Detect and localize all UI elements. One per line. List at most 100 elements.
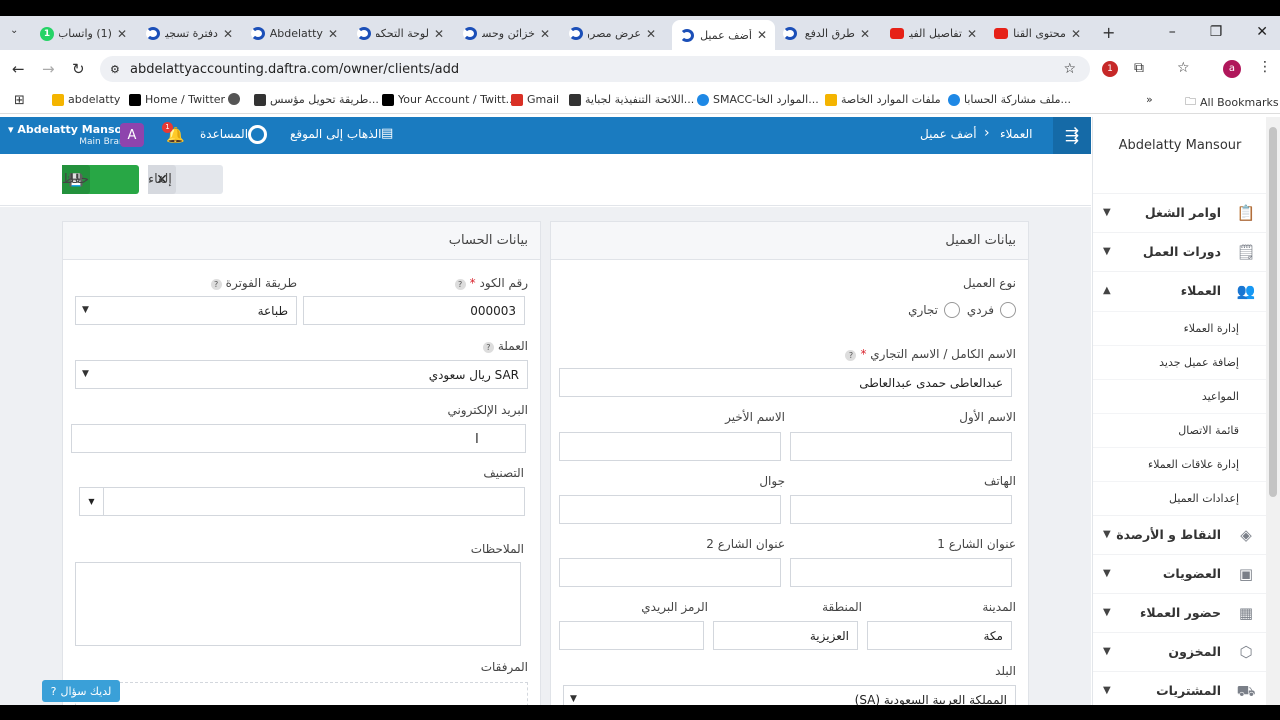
browser-tab[interactable]: خزائن وحسابات ✕	[455, 21, 558, 46]
tab-close-icon[interactable]: ✕	[860, 27, 870, 41]
browser-tab[interactable]: دفترة تسجيل ✕	[138, 21, 241, 46]
bookmark-item[interactable]	[228, 93, 244, 105]
save-button[interactable]: حفظ 💾	[62, 165, 139, 194]
url-field[interactable]: ⚙ abdelattyaccounting.daftra.com/owner/c…	[100, 56, 1090, 82]
tab-close-icon[interactable]: ✕	[328, 27, 338, 41]
category-select[interactable]: ▼	[79, 487, 525, 516]
extension-badge-icon[interactable]: 1	[1102, 61, 1118, 77]
notes-textarea[interactable]	[75, 562, 521, 646]
street1-input[interactable]	[790, 558, 1012, 587]
bookmark-item[interactable]: SMACC-الموارد الخا...	[697, 93, 819, 106]
help-link[interactable]: المساعدة	[200, 127, 248, 141]
bookmark-item[interactable]: abdelatty	[52, 93, 120, 106]
cancel-button[interactable]: إلغاء ✕	[148, 165, 223, 194]
sidebar-item[interactable]: ▣ العضويات ▼	[1093, 554, 1267, 592]
user-menu[interactable]: ▾ Abdelatty Mansour Main Branch	[8, 123, 135, 149]
browser-tab[interactable]: أضف عميل ✕	[672, 20, 775, 50]
browser-tab[interactable]: لوحة التحكم ✕	[349, 21, 452, 46]
tab-close-icon[interactable]: ✕	[223, 27, 233, 41]
bookmark-star-icon[interactable]: ☆	[1063, 61, 1076, 77]
daftra-icon	[146, 27, 160, 40]
browser-tab[interactable]: طرق الدفع ✕	[775, 21, 878, 46]
phone-input[interactable]	[790, 495, 1012, 524]
all-bookmarks[interactable]: 🗀 All Bookmarks	[1185, 93, 1279, 112]
extensions-icon[interactable]: ⧉	[1134, 60, 1144, 76]
bookmarks-icon[interactable]: ☆	[1177, 60, 1190, 76]
first-name-input[interactable]	[790, 432, 1012, 461]
bookmark-item[interactable]: Gmail	[511, 93, 559, 106]
bookmark-item[interactable]: ملفات الموارد الخاصة	[825, 93, 941, 106]
sidebar-item[interactable]: 🗒 دورات العمل ▼	[1093, 232, 1267, 270]
sidebar-item[interactable]: ◈ النقاط و الأرصدة ▼	[1093, 515, 1267, 553]
sidebar-subitem[interactable]: إضافة عميل جديد	[1093, 345, 1267, 379]
restore-icon[interactable]: ❐	[1210, 24, 1223, 40]
street2-input[interactable]	[559, 558, 781, 587]
profile-avatar[interactable]: a	[1223, 60, 1241, 78]
bookmark-item[interactable]: اللائحة التنفيذية لجباية...	[569, 93, 694, 106]
tab-close-icon[interactable]: ✕	[1071, 27, 1081, 41]
currency-select[interactable]: SAR ريال سعودي ▼	[75, 360, 528, 389]
postal-input[interactable]	[559, 621, 704, 650]
tab-close-icon[interactable]: ✕	[646, 27, 656, 41]
back-icon[interactable]: ←	[12, 60, 25, 78]
sidebar-item[interactable]: ▦ حضور العملاء ▼	[1093, 593, 1267, 631]
browser-tab[interactable]: محتوى القناة ✕	[986, 21, 1089, 46]
browser-tab[interactable]: عرض مصروف ✕	[561, 21, 664, 46]
site-info-icon[interactable]: ⚙	[110, 63, 120, 76]
region-input[interactable]: العزيزية	[713, 621, 858, 650]
city-input[interactable]: مكة	[867, 621, 1012, 650]
browser-menu-icon[interactable]: ⋮	[1258, 59, 1272, 75]
tab-close-icon[interactable]: ✕	[434, 27, 444, 41]
tab-close-icon[interactable]: ✕	[967, 27, 977, 41]
browser-tab[interactable]: 1 (1) واتساب ✕	[32, 21, 135, 46]
close-window-icon[interactable]: ✕	[1256, 24, 1268, 40]
category-dropdown-toggle[interactable]: ▼	[80, 488, 104, 515]
reload-icon[interactable]: ↻	[72, 60, 85, 78]
radio-business[interactable]	[944, 302, 960, 318]
browser-tab[interactable]: تفاصيل الفيديو ✕	[882, 21, 985, 46]
help-icon[interactable]: ?	[210, 279, 222, 290]
bookmark-item[interactable]: Home / Twitter	[129, 93, 225, 106]
bookmark-item[interactable]: ملف مشاركة الحسابا...	[948, 93, 1071, 106]
sidebar-subitem[interactable]: قائمة الاتصال	[1093, 413, 1267, 447]
code-input[interactable]: 000003	[303, 296, 525, 325]
tab-close-icon[interactable]: ✕	[757, 28, 767, 42]
last-name-input[interactable]	[559, 432, 781, 461]
forward-icon[interactable]: →	[42, 60, 55, 78]
sidebar-subitem[interactable]: إعدادات العميل	[1093, 481, 1267, 515]
sidebar-item[interactable]: ⬡ المخزون ▼	[1093, 632, 1267, 670]
sidebar-scrollbar[interactable]	[1266, 117, 1280, 705]
help-icon[interactable]: ?	[454, 279, 466, 290]
more-bookmarks-icon[interactable]: »	[1146, 93, 1153, 106]
sidebar-subitem[interactable]: إدارة العملاء	[1093, 311, 1267, 345]
sidebar-item[interactable]: ⛟ المشتريات ▼	[1093, 671, 1267, 709]
browser-tab[interactable]: Abdelatty ✕	[243, 21, 346, 46]
scrollbar-thumb[interactable]	[1269, 127, 1277, 497]
fullname-input[interactable]: عبدالعاطى حمدى عبدالعاطى	[559, 368, 1012, 397]
sidebar-item[interactable]: 👥 العملاء ▲	[1093, 271, 1267, 309]
user-avatar[interactable]: A	[120, 123, 144, 147]
invoice-method-select[interactable]: طباعة ▼	[75, 296, 297, 325]
tab-search-icon[interactable]: ⌄	[10, 25, 18, 36]
tab-close-icon[interactable]: ✕	[117, 27, 127, 41]
bookmark-item[interactable]: Your Account / Twitt...	[382, 93, 516, 106]
sidebar-subitem[interactable]: إدارة علاقات العملاء	[1093, 447, 1267, 481]
sidebar-toggle-icon[interactable]: ⇶	[1053, 117, 1091, 154]
help-icon[interactable]: ?	[482, 342, 494, 353]
radio-individual[interactable]	[1000, 302, 1016, 318]
help-icon[interactable]: ?	[845, 350, 857, 361]
help-lifebuoy-icon[interactable]	[248, 125, 267, 144]
goto-site-link[interactable]: الذهاب إلى الموقع	[290, 127, 381, 141]
breadcrumb-clients[interactable]: العملاء	[1000, 127, 1033, 141]
email-input[interactable]	[71, 424, 526, 453]
bookmark-item[interactable]: طريقة تحويل مؤسس...	[254, 93, 379, 106]
mobile-input[interactable]	[559, 495, 781, 524]
sidebar-item[interactable]: 📋 اوامر الشغل ▼	[1093, 193, 1267, 231]
apps-grid-icon[interactable]: ⊞	[14, 93, 25, 108]
ask-question-button[interactable]: ? لديك سؤال	[42, 680, 120, 702]
phone-label: الهاتف	[984, 474, 1016, 488]
tab-close-icon[interactable]: ✕	[540, 27, 550, 41]
new-tab-icon[interactable]: +	[1102, 23, 1115, 42]
minimize-icon[interactable]: –	[1169, 24, 1176, 40]
sidebar-subitem[interactable]: المواعيد	[1093, 379, 1267, 413]
